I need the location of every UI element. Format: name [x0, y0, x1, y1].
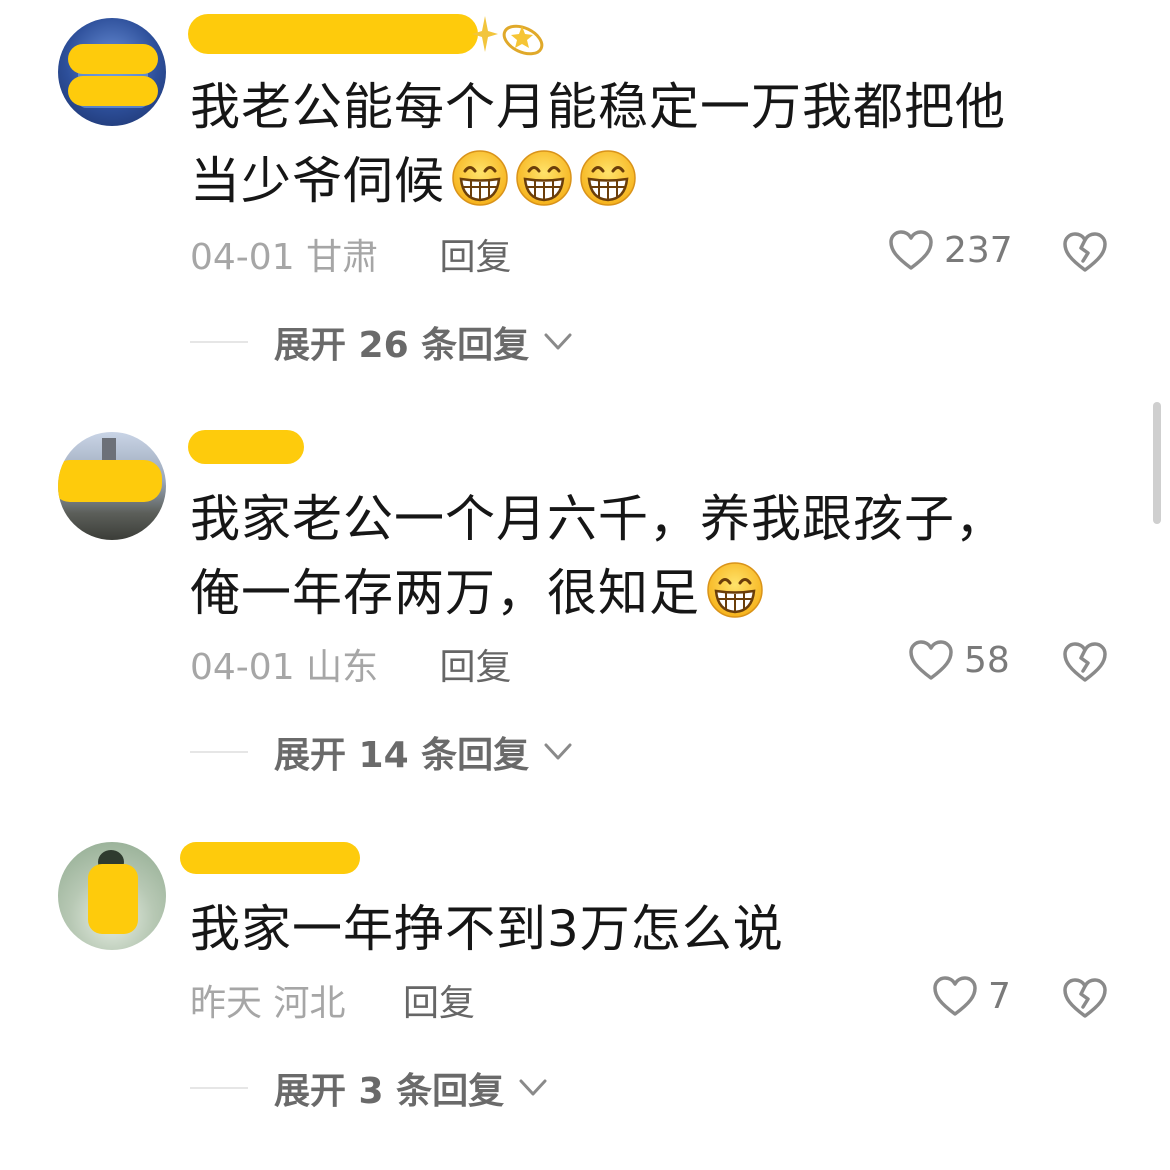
- broken-heart-icon[interactable]: [1062, 638, 1108, 684]
- broken-heart-icon[interactable]: [1062, 974, 1108, 1020]
- scrollbar[interactable]: [1153, 402, 1161, 524]
- divider: [190, 341, 248, 343]
- grinning-face-emoji-icon: [706, 561, 764, 619]
- comment-date: 昨天: [190, 983, 263, 1024]
- divider: [190, 1087, 248, 1089]
- like-count: 58: [964, 639, 1010, 681]
- comment-text-line: 我家老公一个月六千，养我跟孩子，: [190, 490, 1006, 548]
- expand-replies-button[interactable]: 展开 14 条回复: [190, 726, 573, 778]
- comment-text: 我家老公一个月六千，养我跟孩子， 俺一年存两万，很知足: [190, 482, 1130, 630]
- comment-date: 04-01: [190, 647, 295, 688]
- comment-text-line: 我家一年挣不到3万怎么说: [190, 900, 784, 958]
- username-redaction[interactable]: [188, 430, 304, 464]
- like-count: 237: [944, 229, 1013, 271]
- reply-button[interactable]: 回复: [403, 983, 475, 1024]
- chevron-down-icon: [519, 1079, 547, 1096]
- comment-text-line: 当少爷伺候: [190, 152, 445, 210]
- avatar-redaction: [88, 864, 138, 934]
- comment-text: 我老公能每个月能稳定一万我都把他 当少爷伺候: [190, 70, 1130, 218]
- chevron-down-icon: [544, 743, 572, 760]
- grinning-face-emoji-icon: [451, 149, 509, 207]
- comment-text: 我家一年挣不到3万怎么说: [190, 892, 1130, 966]
- expand-replies-button[interactable]: 展开 3 条回复: [190, 1062, 548, 1114]
- comment-text-line: 俺一年存两万，很知足: [190, 564, 700, 622]
- like-button[interactable]: 58: [908, 638, 1010, 682]
- avatar[interactable]: [58, 432, 166, 540]
- heart-outline-icon: [933, 976, 977, 1016]
- divider: [190, 751, 248, 753]
- avatar-redaction: [58, 460, 162, 502]
- heart-outline-icon: [889, 230, 933, 270]
- comment-location: 山东: [306, 647, 379, 688]
- avatar[interactable]: [58, 18, 166, 126]
- like-button[interactable]: 7: [932, 974, 1011, 1018]
- reply-button[interactable]: 回复: [440, 647, 512, 688]
- broken-heart-icon[interactable]: [1062, 228, 1108, 274]
- shooting-star-icon: [502, 24, 544, 56]
- comment-location: 甘肃: [306, 237, 379, 278]
- chevron-down-icon: [544, 333, 572, 350]
- grinning-face-emoji-icon: [515, 149, 573, 207]
- heart-outline-icon: [909, 640, 953, 680]
- username-redaction[interactable]: [180, 842, 360, 874]
- comment-meta: 04-01 甘肃 回复: [190, 228, 512, 280]
- comment-date: 04-01: [190, 237, 295, 278]
- avatar-redaction: [68, 76, 158, 106]
- sparkle-icon: [472, 16, 498, 52]
- grinning-face-emoji-icon: [579, 149, 637, 207]
- expand-replies-label: 展开 14 条回复: [274, 735, 530, 776]
- expand-replies-button[interactable]: 展开 26 条回复: [190, 316, 573, 368]
- avatar[interactable]: [58, 842, 166, 950]
- reply-button[interactable]: 回复: [440, 237, 512, 278]
- comment-location: 河北: [273, 983, 346, 1024]
- comment-text-line: 我老公能每个月能稳定一万我都把他: [190, 78, 1006, 136]
- comment-meta: 昨天 河北 回复: [190, 974, 475, 1026]
- username-redaction[interactable]: [188, 14, 478, 54]
- expand-replies-label: 展开 3 条回复: [274, 1071, 505, 1112]
- comment-meta: 04-01 山东 回复: [190, 638, 512, 690]
- like-count: 7: [988, 975, 1011, 1017]
- avatar-redaction: [68, 44, 158, 74]
- expand-replies-label: 展开 26 条回复: [274, 325, 530, 366]
- like-button[interactable]: 237: [888, 228, 1013, 272]
